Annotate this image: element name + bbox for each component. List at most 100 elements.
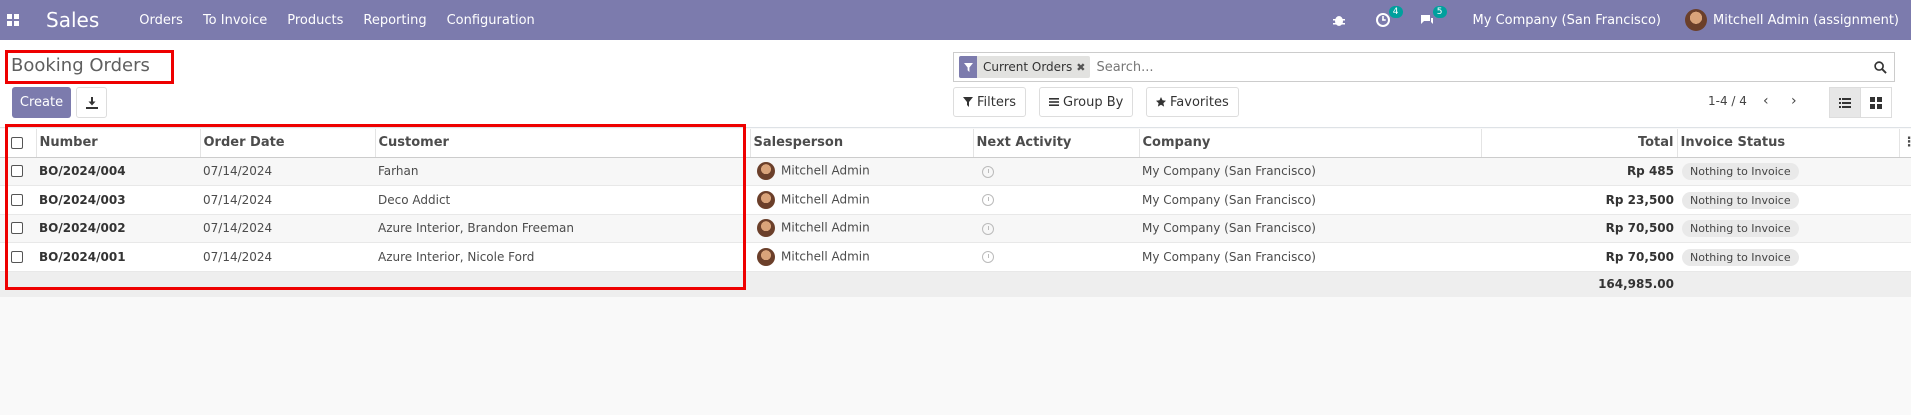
filters-button[interactable]: Filters: [953, 87, 1026, 117]
next-activity-cell[interactable]: [973, 185, 1139, 215]
order-customer: Farhan: [375, 157, 750, 186]
table-row[interactable]: BO/2024/004 07/14/2024 Farhan Mitchell A…: [0, 157, 1911, 186]
order-total: Rp 23,500: [1481, 185, 1677, 215]
facet-remove-icon[interactable]: ✖: [1076, 61, 1090, 74]
pager-next-icon[interactable]: ›: [1791, 93, 1797, 109]
invoice-status-cell: Nothing to Invoice: [1677, 242, 1899, 272]
invoice-status-badge: Nothing to Invoice: [1682, 191, 1799, 209]
column-number[interactable]: Number: [36, 129, 201, 158]
list-icon: [1839, 97, 1851, 108]
invoice-status-cell: Nothing to Invoice: [1677, 157, 1899, 186]
column-company[interactable]: Company: [1139, 129, 1482, 158]
title-highlight-box: [5, 50, 174, 84]
activity-clock-icon[interactable]: [982, 251, 994, 264]
row-checkbox[interactable]: [11, 165, 23, 178]
search-input[interactable]: [1096, 59, 1866, 75]
menu-orders[interactable]: Orders: [139, 13, 183, 28]
optional-columns-icon[interactable]: ⋮: [1899, 129, 1911, 158]
order-company: My Company (San Francisco): [1139, 242, 1481, 272]
menu-to-invoice[interactable]: To Invoice: [203, 13, 267, 28]
activity-badge: 4: [1388, 6, 1403, 18]
salesperson-cell: Mitchell Admin: [750, 185, 973, 215]
orders-table: Number Order Date Customer Salesperson N…: [0, 129, 1911, 297]
groupby-button[interactable]: Group By: [1039, 87, 1134, 117]
order-customer: Azure Interior, Brandon Freeman: [375, 214, 750, 243]
activity-clock-icon[interactable]: [982, 194, 994, 207]
menu-configuration[interactable]: Configuration: [447, 13, 535, 28]
row-checkbox[interactable]: [11, 250, 23, 263]
user-avatar[interactable]: [1685, 9, 1707, 31]
row-checkbox[interactable]: [11, 193, 23, 206]
salesperson-name: Mitchell Admin: [781, 192, 870, 207]
order-number: BO/2024/003: [36, 185, 200, 215]
select-all-checkbox[interactable]: [11, 136, 23, 149]
salesperson-cell: Mitchell Admin: [750, 157, 973, 186]
grand-total: 164,985.00: [1481, 271, 1677, 297]
salesperson-avatar: [757, 190, 775, 209]
star-icon: [1156, 97, 1166, 107]
salesperson-avatar: [757, 162, 775, 181]
kanban-icon: [1870, 96, 1882, 109]
activity-clock-icon[interactable]: [982, 165, 994, 178]
next-activity-cell[interactable]: [973, 157, 1139, 186]
column-customer[interactable]: Customer: [375, 129, 751, 158]
column-invoice-status[interactable]: Invoice Status: [1677, 129, 1900, 158]
favorites-button[interactable]: Favorites: [1146, 87, 1239, 117]
row-select-cell[interactable]: [0, 242, 36, 272]
row-select-cell[interactable]: [0, 157, 36, 186]
orders-list: Number Order Date Customer Salesperson N…: [0, 129, 1911, 297]
column-total[interactable]: Total: [1481, 129, 1678, 158]
column-salesperson[interactable]: Salesperson: [750, 129, 974, 158]
salesperson-name: Mitchell Admin: [781, 163, 870, 178]
menu-reporting[interactable]: Reporting: [363, 13, 426, 28]
messages-badge: 5: [1432, 6, 1447, 18]
list-view-button[interactable]: [1829, 87, 1861, 118]
salesperson-cell: Mitchell Admin: [750, 214, 973, 243]
invoice-status-cell: Nothing to Invoice: [1677, 185, 1899, 215]
row-filler: [1899, 157, 1911, 186]
row-select-cell[interactable]: [0, 214, 36, 243]
user-menu[interactable]: Mitchell Admin (assignment): [1713, 13, 1899, 28]
column-order-date[interactable]: Order Date: [200, 129, 376, 158]
table-row[interactable]: BO/2024/001 07/14/2024 Azure Interior, N…: [0, 242, 1911, 272]
create-button[interactable]: Create: [12, 87, 71, 118]
company-switcher[interactable]: My Company (San Francisco): [1473, 13, 1661, 28]
next-activity-cell[interactable]: [973, 214, 1139, 243]
kanban-view-button[interactable]: [1860, 87, 1892, 118]
order-company: My Company (San Francisco): [1139, 157, 1481, 186]
row-select-cell[interactable]: [0, 185, 36, 215]
app-name[interactable]: Sales: [46, 8, 99, 32]
menu-products[interactable]: Products: [287, 13, 343, 28]
favorites-label: Favorites: [1170, 94, 1229, 110]
row-filler: [1899, 242, 1911, 272]
select-all-cell[interactable]: [0, 129, 37, 158]
debug-bug-icon[interactable]: [1331, 12, 1347, 28]
order-number: BO/2024/002: [36, 214, 200, 243]
table-header-row: Number Order Date Customer Salesperson N…: [0, 129, 1911, 158]
table-row[interactable]: BO/2024/003 07/14/2024 Deco Addict Mitch…: [0, 185, 1911, 215]
search-facet: Current Orders ✖: [959, 56, 1091, 78]
pager-previous-icon[interactable]: ‹: [1763, 93, 1769, 109]
messages-chat-icon[interactable]: 5: [1419, 6, 1447, 28]
row-checkbox[interactable]: [11, 222, 23, 235]
order-date: 07/14/2024: [200, 157, 375, 186]
activity-clock-icon[interactable]: 4: [1375, 6, 1403, 28]
column-next-activity[interactable]: Next Activity: [973, 129, 1140, 158]
next-activity-cell[interactable]: [973, 242, 1139, 272]
activity-clock-icon[interactable]: [982, 222, 994, 235]
top-navbar: Sales Orders To Invoice Products Reporti…: [0, 0, 1911, 40]
order-total: Rp 485: [1481, 157, 1677, 186]
bars-icon: [1049, 98, 1059, 106]
pager-value[interactable]: 1-4 / 4: [1708, 94, 1747, 108]
groupby-label: Group By: [1063, 94, 1124, 110]
table-row[interactable]: BO/2024/002 07/14/2024 Azure Interior, B…: [0, 214, 1911, 243]
apps-menu-icon[interactable]: [2, 0, 24, 40]
export-button[interactable]: [76, 87, 107, 118]
order-total: Rp 70,500: [1481, 242, 1677, 272]
search-icon[interactable]: [1866, 60, 1894, 74]
search-bar[interactable]: Current Orders ✖: [953, 52, 1895, 82]
salesperson-avatar: [757, 219, 775, 238]
download-icon: [85, 96, 98, 109]
filter-icon: [959, 56, 977, 78]
facet-value: Current Orders: [983, 60, 1073, 74]
